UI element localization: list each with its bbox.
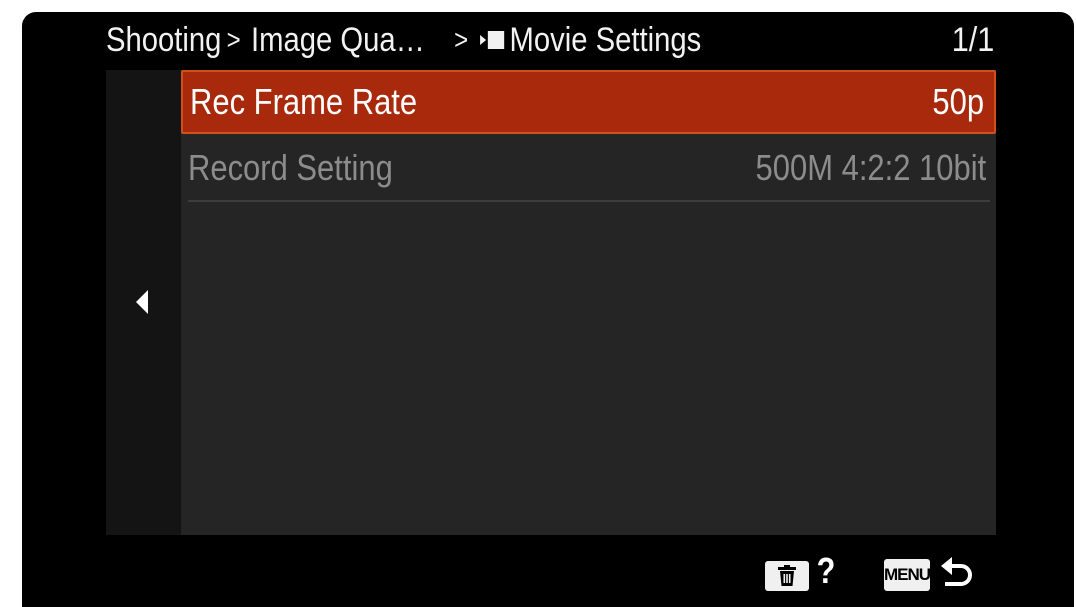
movie-icon — [479, 29, 507, 51]
page-indicator: 1/1 — [951, 20, 994, 59]
breadcrumb-shooting[interactable]: Shooting — [106, 21, 221, 60]
back-icon[interactable] — [937, 554, 977, 594]
breadcrumb-separator: > — [226, 24, 241, 55]
camera-menu-screen: Shooting > Image Qua… > Movie Settings 1… — [22, 12, 1074, 607]
menu-icon[interactable]: MENU — [884, 559, 931, 591]
menu-item-label: Record Setting — [188, 147, 393, 188]
help-icon[interactable]: ? — [817, 550, 836, 592]
menu-item-label: Rec Frame Rate — [190, 81, 418, 122]
trash-icon[interactable] — [765, 561, 809, 591]
left-arrow-icon[interactable] — [136, 290, 148, 314]
settings-list: Rec Frame Rate 50p Record Setting 500M 4… — [181, 70, 996, 535]
breadcrumb: Shooting > Image Qua… > Movie Settings — [106, 12, 701, 68]
divider — [188, 200, 990, 202]
menu-item-record-setting[interactable]: Record Setting 500M 4:2:2 10bit — [181, 136, 996, 200]
left-nav-rail[interactable] — [106, 70, 181, 535]
breadcrumb-separator: > — [454, 24, 469, 55]
breadcrumb-image-quality[interactable]: Image Qua… — [251, 21, 425, 60]
menu-item-rec-frame-rate[interactable]: Rec Frame Rate 50p — [181, 70, 996, 134]
menu-item-value: 500M 4:2:2 10bit — [755, 147, 986, 188]
breadcrumb-movie-settings: Movie Settings — [509, 20, 702, 59]
menu-item-value: 50p — [932, 81, 984, 122]
